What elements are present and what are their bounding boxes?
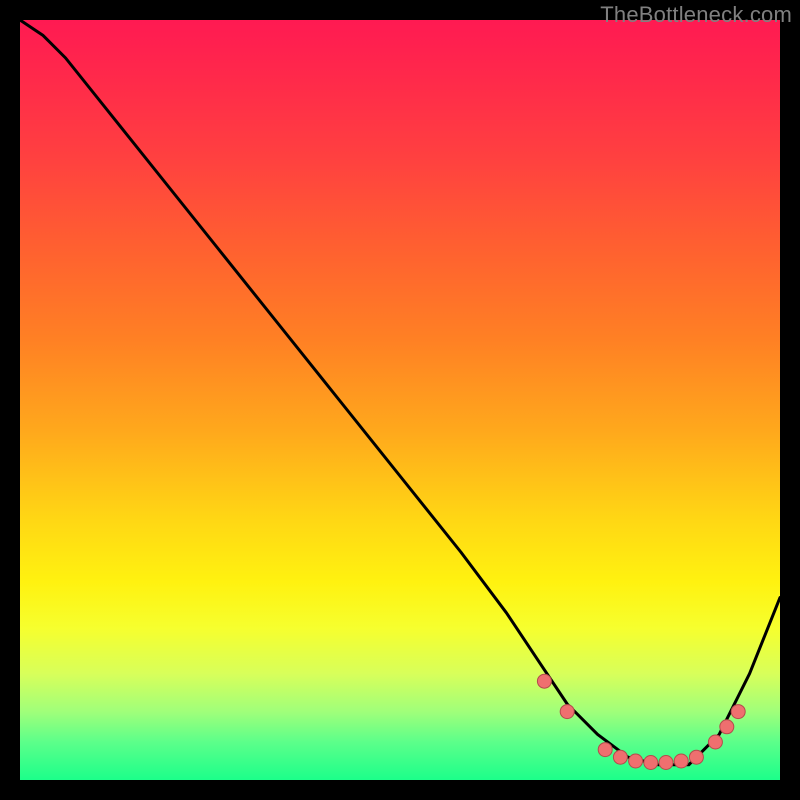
sample-point xyxy=(689,750,703,764)
chart-overlay xyxy=(20,20,780,780)
sample-point xyxy=(537,674,551,688)
sample-point xyxy=(659,756,673,770)
sample-point xyxy=(708,735,722,749)
sample-points xyxy=(537,674,745,769)
chart-frame: TheBottleneck.com xyxy=(0,0,800,800)
bottleneck-curve xyxy=(20,20,780,765)
sample-point xyxy=(720,720,734,734)
sample-point xyxy=(731,705,745,719)
sample-point xyxy=(598,743,612,757)
sample-point xyxy=(674,754,688,768)
sample-point xyxy=(644,756,658,770)
sample-point xyxy=(560,705,574,719)
sample-point xyxy=(629,754,643,768)
sample-point xyxy=(613,750,627,764)
